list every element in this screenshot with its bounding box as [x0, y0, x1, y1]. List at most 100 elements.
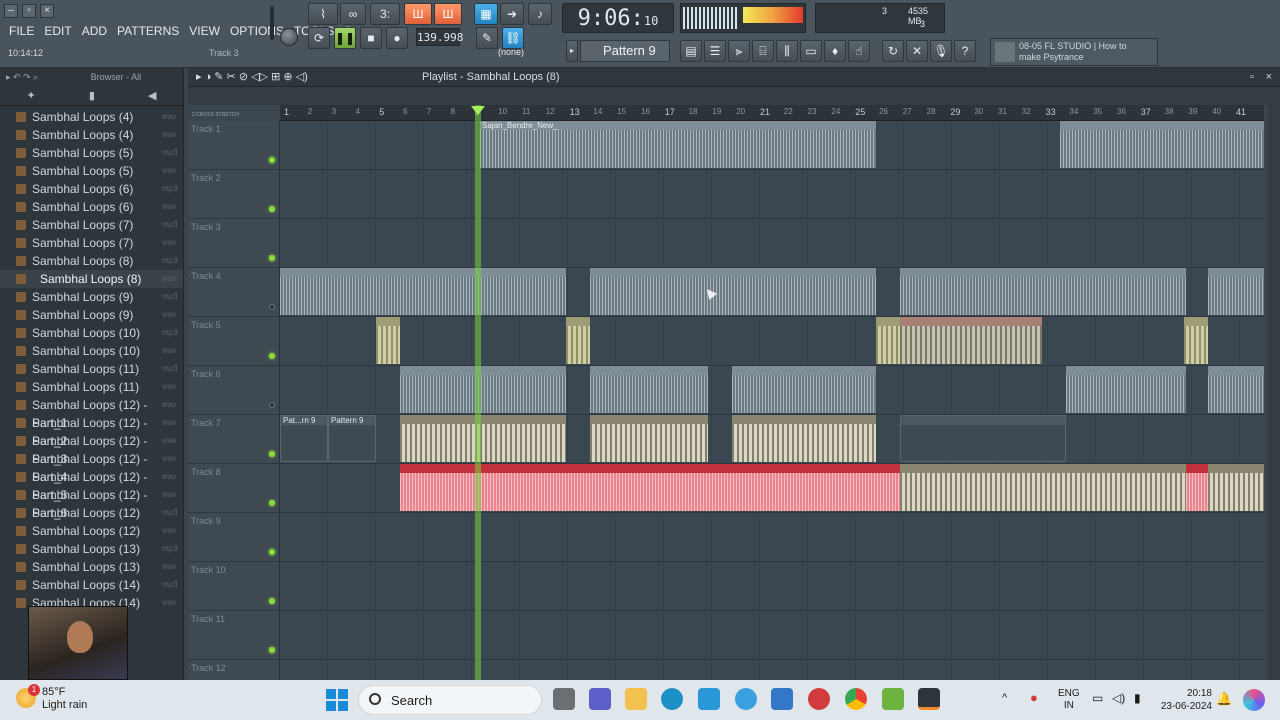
battery-icon[interactable]: ▮ — [1134, 691, 1141, 705]
wait-for-input-button[interactable]: ∞ — [340, 3, 366, 25]
stop-button[interactable]: ■ — [360, 27, 382, 49]
playhead[interactable] — [475, 105, 481, 680]
menu-view[interactable]: VIEW — [184, 22, 225, 40]
loop-icon[interactable]: ⟳ — [308, 27, 330, 49]
audio-clip[interactable] — [400, 366, 566, 413]
channel-rack-icon[interactable]: ☰ — [704, 40, 726, 62]
plugin-picker-icon[interactable]: ♦ — [824, 40, 846, 62]
track-mute-led[interactable] — [269, 353, 275, 359]
track-header[interactable]: Track 4 — [188, 268, 280, 317]
notifications-icon[interactable]: 🔔 — [1216, 691, 1232, 707]
audio-clip[interactable] — [732, 415, 876, 462]
menu-file[interactable]: FILE — [4, 22, 39, 40]
browser-item[interactable]: Sambhal Loops (12) - Part_2 wav — [0, 414, 183, 448]
plugin-icon[interactable]: ⫼ — [776, 40, 798, 62]
browser-item[interactable]: Sambhal Loops (13) wav — [0, 558, 183, 576]
track-mute-led[interactable] — [269, 549, 275, 555]
tempo-display[interactable]: 139.998 — [416, 28, 463, 46]
link-icon[interactable]: ⛓ — [502, 27, 524, 49]
browser-item[interactable]: Sambhal Loops (12) - Part_4 wav — [0, 450, 183, 484]
browser-item[interactable]: Sambhal Loops (5) wav — [0, 162, 183, 180]
track-header[interactable]: Track 1 — [188, 121, 280, 170]
browser-item[interactable]: Sambhal Loops (14) mp3 — [0, 576, 183, 594]
audio-clip-sajan[interactable]: Sajan_Bendre_New_ — [480, 121, 876, 168]
audio-clip[interactable] — [900, 268, 1186, 315]
audio-clip-riser[interactable] — [900, 317, 1042, 364]
undo-history-icon[interactable]: ↻ — [882, 40, 904, 62]
pattern-clip[interactable] — [1184, 317, 1208, 364]
piano-roll-icon[interactable]: ⌸ — [752, 40, 774, 62]
microphone-icon[interactable]: 🎙 — [930, 40, 952, 62]
menu-add[interactable]: ADD — [77, 22, 112, 40]
audio-clip[interactable] — [400, 415, 566, 462]
track-mute-led[interactable] — [269, 206, 275, 212]
track-header[interactable]: Track 8 — [188, 464, 280, 513]
help-icon[interactable]: ? — [954, 40, 976, 62]
android-app-icon[interactable] — [882, 688, 904, 710]
pattern-selector[interactable]: Pattern 9 — [580, 40, 670, 62]
browser-tab-all-icon[interactable]: ✦ — [27, 89, 36, 102]
track-mute-led[interactable] — [269, 402, 275, 408]
pattern-clip[interactable] — [566, 317, 590, 364]
step-edit-button[interactable]: Ш — [404, 3, 432, 25]
pattern-clip[interactable] — [876, 317, 900, 364]
browser-item[interactable]: Sambhal Loops (7) wav — [0, 234, 183, 252]
copilot-icon[interactable] — [1243, 689, 1265, 711]
browser-item[interactable]: Sambhal Loops (12) - Part_3 wav — [0, 432, 183, 466]
vertical-scrollbar[interactable] — [1268, 105, 1280, 680]
track-header[interactable]: Track 11 — [188, 611, 280, 660]
language-indicator[interactable]: ENG IN — [1058, 688, 1080, 712]
playlist-close-icon[interactable]: × — [1266, 68, 1272, 87]
loop-record-button[interactable]: Ш — [434, 3, 462, 25]
browser-item[interactable]: Sambhal Loops (12) wav — [0, 522, 183, 540]
pattern-clip[interactable] — [376, 317, 400, 364]
audio-clip-red[interactable] — [1186, 464, 1208, 511]
audio-clip[interactable] — [1208, 268, 1264, 315]
restore-icon[interactable]: ▫ — [22, 4, 36, 18]
volume-icon[interactable]: ◁) — [1112, 691, 1125, 705]
minimize-icon[interactable]: – — [4, 4, 18, 18]
playlist-maximize-icon[interactable]: ▫ — [1250, 68, 1254, 87]
track-header[interactable]: Track 3 — [188, 219, 280, 268]
browser-item[interactable]: Sambhal Loops (8) wav — [0, 270, 183, 288]
audio-clip[interactable] — [732, 366, 876, 413]
store-icon[interactable] — [771, 688, 793, 710]
master-pitch-knob[interactable] — [280, 28, 298, 46]
metronome-button[interactable]: ⌇ — [308, 3, 338, 25]
browser-item[interactable]: Sambhal Loops (8) mp3 — [0, 252, 183, 270]
audio-clip[interactable] — [900, 464, 1186, 511]
web-app-icon[interactable] — [735, 688, 757, 710]
timeline-ruler[interactable]: 1234567891011121314151617181920212223242… — [280, 105, 1264, 121]
browser-item[interactable]: Sambhal Loops (4) wav — [0, 126, 183, 144]
record-button[interactable]: ● — [386, 27, 408, 49]
browser-item[interactable]: Sambhal Loops (11) mp3 — [0, 360, 183, 378]
teams-icon[interactable] — [589, 688, 611, 710]
audio-clip[interactable] — [1208, 464, 1264, 511]
browser-item[interactable]: Sambhal Loops (12) - Part_1 wav — [0, 396, 183, 430]
start-button-icon[interactable] — [326, 689, 348, 711]
track-mute-led[interactable] — [269, 304, 275, 310]
mic-tray-icon[interactable]: ● — [1030, 690, 1038, 705]
browser-icon[interactable]: ▭ — [800, 40, 822, 62]
browser-item[interactable]: Sambhal Loops (9) wav — [0, 306, 183, 324]
app-icon[interactable] — [698, 688, 720, 710]
browser-item[interactable]: Sambhal Loops (9) mp3 — [0, 288, 183, 306]
menu-patterns[interactable]: PATTERNS — [112, 22, 184, 40]
playhead-marker-icon[interactable] — [471, 106, 485, 115]
pattern-9-clip-b[interactable]: Pattern 9 — [328, 415, 376, 462]
pen-icon[interactable]: ✎ — [476, 27, 498, 49]
tools-icon[interactable]: ✕ — [906, 40, 928, 62]
taskbar-search[interactable]: Search — [358, 685, 542, 715]
browser-tab-back-icon[interactable]: ◀ — [148, 89, 156, 102]
browser-item[interactable]: Sambhal Loops (6) mp3 — [0, 180, 183, 198]
track-header[interactable]: Track 12 — [188, 660, 280, 680]
edge-icon[interactable] — [661, 688, 683, 710]
menu-edit[interactable]: EDIT — [39, 22, 76, 40]
mixer-icon[interactable]: ⫸ — [728, 40, 750, 62]
touch-icon[interactable]: ☝ — [848, 40, 870, 62]
file-explorer-icon[interactable] — [625, 688, 647, 710]
track-mute-led[interactable] — [269, 500, 275, 506]
audio-clip[interactable] — [590, 268, 876, 315]
typing-keyboard-icon[interactable]: ♪ — [528, 3, 552, 25]
pattern-9-clip-a[interactable]: Pat...rn 9 — [280, 415, 328, 462]
